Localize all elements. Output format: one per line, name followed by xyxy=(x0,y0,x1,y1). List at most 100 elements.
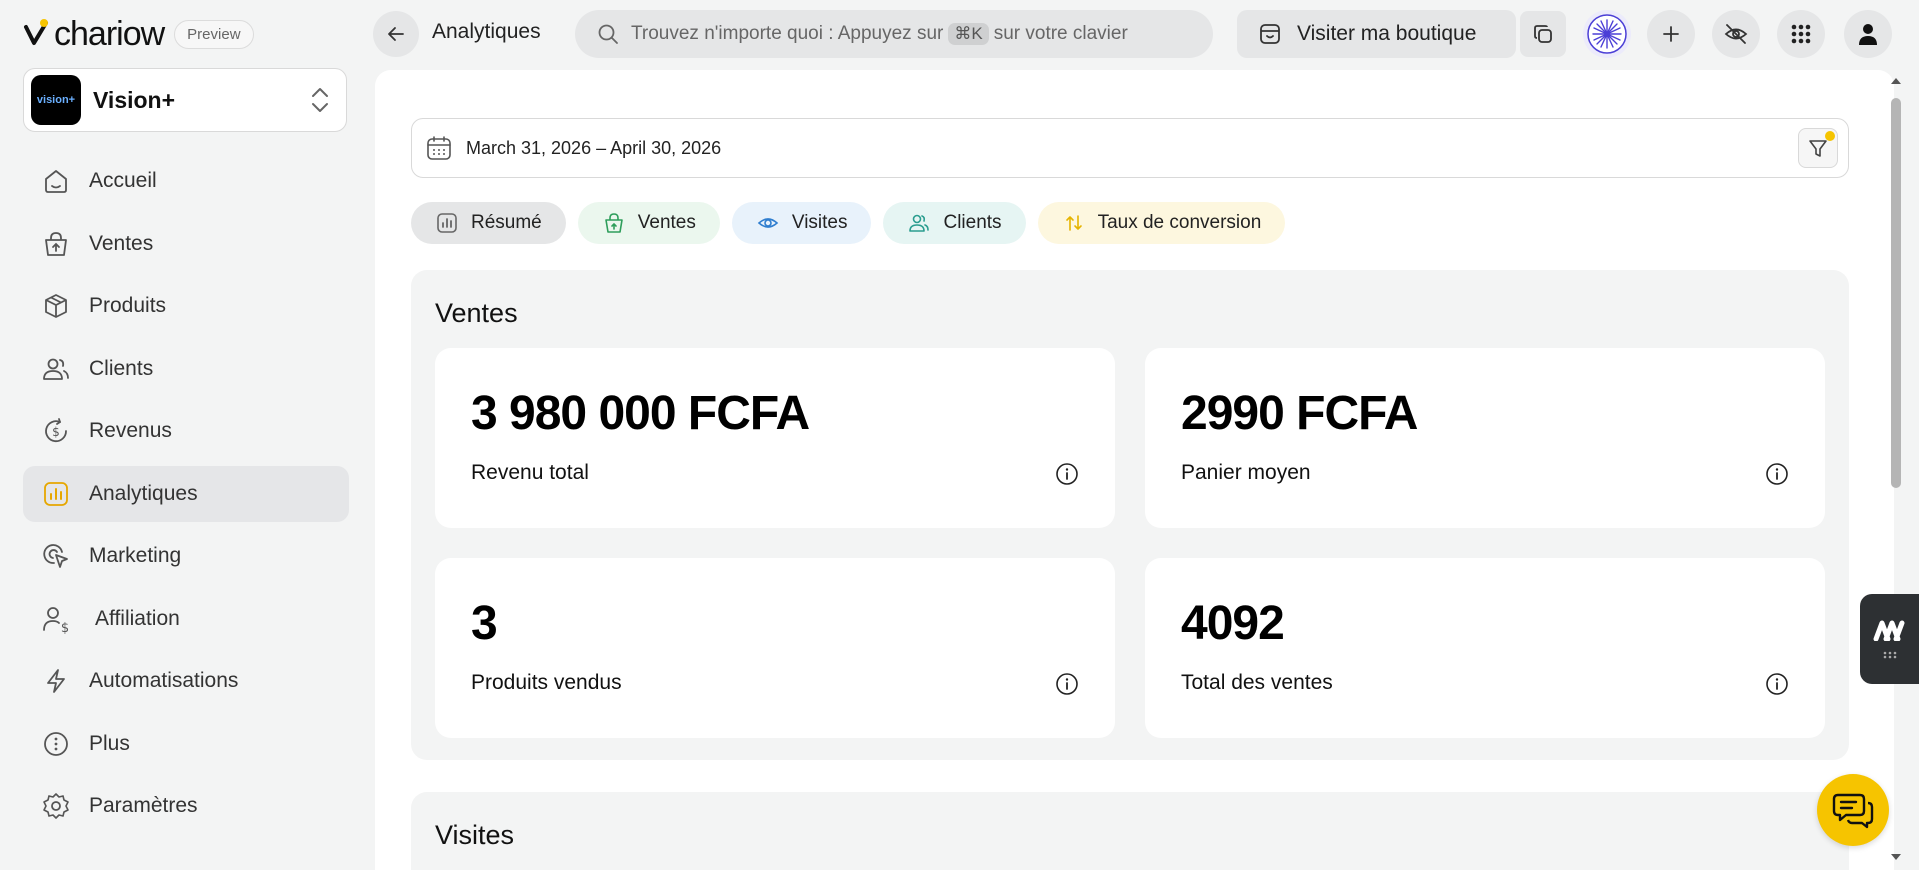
scrollbar[interactable] xyxy=(1886,70,1906,870)
sidebar-item-automatisations[interactable]: Automatisations xyxy=(23,653,349,709)
tab-ventes[interactable]: Ventes xyxy=(577,202,720,244)
stat-card-panier-moyen: 2990 FCFA Panier moyen xyxy=(1145,348,1825,528)
search-input[interactable]: Trouvez n'importe quoi : Appuyez sur ⌘K … xyxy=(575,10,1213,58)
dollar-refresh-icon: $ xyxy=(41,416,71,446)
sidebar-nav: Accueil Ventes Produits Clients $ Revenu… xyxy=(23,153,349,841)
sidebar-item-label: Analytiques xyxy=(89,481,198,505)
sidebar-item-label: Accueil xyxy=(89,169,157,192)
filter-icon xyxy=(1809,140,1827,157)
store-switcher[interactable]: vision+ Vision+ xyxy=(23,68,347,132)
tab-taux-de-conversion[interactable]: Taux de conversion xyxy=(1037,202,1286,244)
sidebar-item-parametres[interactable]: Paramètres xyxy=(23,778,349,834)
ai-assistant-button[interactable] xyxy=(1583,10,1631,58)
hide-values-button[interactable] xyxy=(1712,10,1760,58)
lightning-icon xyxy=(41,666,71,696)
brand-logo[interactable]: chariow Preview xyxy=(22,14,254,54)
tab-label: Taux de conversion xyxy=(1097,212,1262,233)
chat-bubbles-icon xyxy=(1832,793,1874,829)
info-icon[interactable] xyxy=(1055,462,1079,486)
sidebar-item-label: Affiliation xyxy=(95,606,180,630)
brand-name: chariow xyxy=(54,14,165,53)
storefront-icon xyxy=(1260,24,1280,44)
stat-label: Revenu total xyxy=(471,461,589,484)
analytics-tabs: Résumé Ventes Visites Clients Taux de co… xyxy=(411,202,1286,244)
search-suffix: sur votre clavier xyxy=(993,23,1128,44)
main-panel: March 31, 2026 – April 30, 2026 Résumé V… xyxy=(375,70,1894,870)
svg-text:$: $ xyxy=(61,621,69,634)
support-chat-button[interactable] xyxy=(1817,774,1889,846)
star-burst-icon xyxy=(1587,14,1627,54)
home-icon xyxy=(41,166,71,196)
account-button[interactable] xyxy=(1844,10,1892,58)
tab-label: Résumé xyxy=(471,212,542,233)
box-icon xyxy=(41,291,71,321)
arrow-left-icon xyxy=(388,27,404,41)
stat-card-revenu-total: 3 980 000 FCFA Revenu total xyxy=(435,348,1115,528)
page-title: Analytiques xyxy=(432,20,541,43)
back-button[interactable] xyxy=(373,11,419,57)
sidebar-item-analytiques[interactable]: Analytiques xyxy=(23,465,349,522)
sidebar-item-marketing[interactable]: Marketing xyxy=(23,528,349,584)
sales-section: Ventes 3 980 000 FCFA Revenu total 2990 … xyxy=(411,270,1849,760)
store-avatar: vision+ xyxy=(31,75,81,125)
tab-visites[interactable]: Visites xyxy=(731,202,872,244)
sort-arrows-icon xyxy=(1062,211,1086,235)
info-icon[interactable] xyxy=(1765,462,1789,486)
scroll-thumb[interactable] xyxy=(1891,98,1901,488)
scroll-up-arrow-icon[interactable] xyxy=(1886,74,1906,88)
tab-resume[interactable]: Résumé xyxy=(411,202,566,244)
floating-extension-widget[interactable] xyxy=(1860,594,1919,684)
grid-icon xyxy=(1791,24,1811,44)
tab-clients[interactable]: Clients xyxy=(883,202,1026,244)
eye-icon xyxy=(756,211,780,235)
sidebar-item-affiliation[interactable]: $ Affiliation xyxy=(23,591,349,647)
add-button[interactable] xyxy=(1647,10,1695,58)
sidebar-item-clients[interactable]: Clients xyxy=(23,341,349,397)
section-title: Ventes xyxy=(435,298,518,328)
date-range-picker[interactable]: March 31, 2026 – April 30, 2026 xyxy=(411,118,1849,178)
sidebar-item-label: Paramètres xyxy=(89,794,198,817)
visits-section: Visites xyxy=(411,792,1849,870)
plus-icon xyxy=(1663,26,1679,42)
apps-button[interactable] xyxy=(1777,10,1825,58)
sidebar-item-ventes[interactable]: Ventes xyxy=(23,216,349,272)
tab-label: Clients xyxy=(943,212,1002,233)
visit-store-button[interactable]: Visiter ma boutique xyxy=(1237,10,1516,58)
svg-text:$: $ xyxy=(52,425,60,439)
sidebar-item-label: Marketing xyxy=(89,544,182,567)
sidebar-item-label: Produits xyxy=(89,294,167,317)
more-circle-icon xyxy=(41,729,71,759)
stat-card-total-des-ventes: 4092 Total des ventes xyxy=(1145,558,1825,738)
store-name: Vision+ xyxy=(93,86,176,113)
sidebar-item-plus[interactable]: Plus xyxy=(23,716,349,772)
filter-button[interactable] xyxy=(1798,128,1838,168)
scroll-down-arrow-icon[interactable] xyxy=(1886,850,1906,864)
stat-value: 3 980 000 FCFA xyxy=(471,387,810,440)
calendar-icon xyxy=(427,136,451,160)
copy-link-button[interactable] xyxy=(1520,11,1566,57)
stat-label: Panier moyen xyxy=(1181,461,1311,484)
shopping-bag-icon xyxy=(602,211,626,235)
bar-chart-icon xyxy=(435,211,459,235)
shortcut-key: ⌘K xyxy=(948,23,989,45)
gear-icon xyxy=(41,791,71,821)
sidebar-item-produits[interactable]: Produits xyxy=(23,278,349,334)
extension-logo-icon xyxy=(1873,620,1905,641)
stat-label: Total des ventes xyxy=(1181,671,1333,694)
search-prefix: Trouvez n'importe quoi : Appuyez sur xyxy=(631,23,944,44)
date-range-text: March 31, 2026 – April 30, 2026 xyxy=(466,137,722,158)
sidebar-item-revenus[interactable]: $ Revenus xyxy=(23,403,349,459)
users-icon xyxy=(41,354,71,384)
info-icon[interactable] xyxy=(1765,672,1789,696)
sidebar-item-label: Clients xyxy=(89,356,154,380)
stat-value: 3 xyxy=(471,597,498,650)
search-placeholder: Trouvez n'importe quoi : Appuyez sur ⌘K … xyxy=(631,23,1128,45)
copy-icon xyxy=(1534,25,1552,43)
sidebar-item-label: Ventes xyxy=(89,231,154,255)
filter-active-dot xyxy=(1825,131,1835,141)
info-icon[interactable] xyxy=(1055,672,1079,696)
search-icon xyxy=(598,24,618,44)
sidebar-item-accueil[interactable]: Accueil xyxy=(23,153,349,209)
stat-label: Produits vendus xyxy=(471,671,622,694)
preview-badge: Preview xyxy=(174,19,254,49)
